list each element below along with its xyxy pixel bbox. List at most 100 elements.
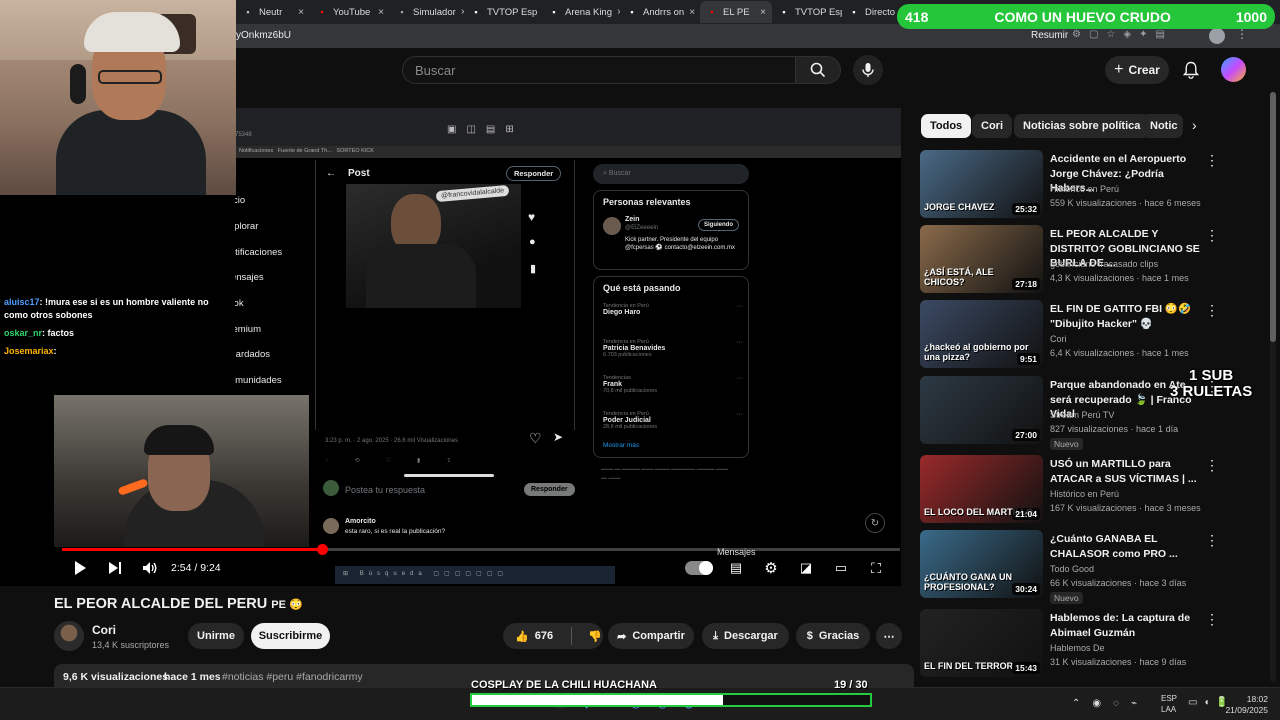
x-sidebar-item[interactable]: ◫Grok (235, 291, 323, 317)
extension-icons[interactable]: ⚙▢☆◈✦▤ (1072, 29, 1173, 40)
more-options-icon[interactable]: ⋮ (1205, 457, 1219, 474)
menu-icon[interactable]: ⋮ (1236, 27, 1248, 41)
video-thumbnail[interactable]: EL FIN DEL TERROR 15:43 (920, 609, 1043, 677)
more-options-icon[interactable]: ⋮ (1205, 152, 1219, 169)
recommended-channel[interactable]: Hablemos De (1050, 643, 1105, 653)
browser-tab[interactable]: ▪ Simulador × (390, 1, 464, 23)
like-icon-small[interactable]: ♥ (528, 210, 535, 224)
next-button[interactable] (105, 558, 125, 578)
settings-button[interactable]: ⚙ (761, 558, 781, 578)
x-search[interactable]: ⌕ Buscar (593, 164, 749, 184)
recommended-video[interactable]: EL FIN DEL TERROR 15:43 Hablemos de: La ca… (920, 609, 1220, 677)
more-dots-icon[interactable]: ··· (736, 303, 743, 310)
close-tab-icon[interactable]: × (760, 7, 766, 18)
browser-tab[interactable]: ▪ Directo (842, 1, 896, 23)
video-scrubber[interactable] (316, 544, 328, 555)
bookmark-icon-small[interactable]: ▮ (530, 262, 536, 275)
close-tab-icon[interactable]: × (689, 7, 695, 18)
hashtags[interactable]: #noticias #peru #fanodricarmy (222, 671, 363, 683)
create-button[interactable]: + Crear (1105, 56, 1169, 84)
recommended-channel[interactable]: Stream Perú TV (1050, 410, 1114, 420)
video-thumbnail[interactable]: ¿hackeó al gobierno por una pizza? 9:51 (920, 300, 1043, 368)
video-thumbnail[interactable]: JORGE CHAVEZ 25:32 (920, 150, 1043, 218)
search-input[interactable]: Buscar (402, 56, 796, 84)
language-indicator[interactable]: ESP (1161, 694, 1177, 703)
x-sidebar-item[interactable]: ⚇Comunidades (235, 368, 323, 394)
chip-all[interactable]: Todos (921, 114, 972, 138)
back-arrow-icon[interactable]: ← (326, 168, 336, 179)
join-button[interactable]: Unirme (188, 623, 244, 649)
browser-tab[interactable]: ▪TVTOP Esp× (772, 1, 842, 23)
chip-politics[interactable]: Noticias sobre política (1014, 114, 1150, 138)
recommended-channel[interactable]: Histórico en Perú (1050, 489, 1119, 499)
channel-avatar[interactable] (54, 621, 84, 651)
recommended-channel[interactable]: Cori (1050, 334, 1067, 344)
voice-search-button[interactable] (853, 55, 883, 85)
x-trend-item[interactable]: Tendencia en Perú Patricia Benavides 6.703… (603, 339, 743, 375)
browser-tab[interactable]: ▪ YouTube × (310, 1, 390, 23)
subscribe-button[interactable]: Suscribirme (251, 623, 330, 649)
share-button[interactable]: ➦ Compartir (608, 623, 694, 649)
recommended-video[interactable]: ¿hackeó al gobierno por una pizza? 9:51 EL… (920, 300, 1220, 368)
more-options-icon[interactable]: ⋮ (1205, 302, 1219, 319)
recommended-channel[interactable]: Todo Good (1050, 564, 1094, 574)
chat-username[interactable]: oskar_nr (4, 328, 42, 338)
recommended-title[interactable]: USÓ un MARTILLO para ATACAR a SUS VÍCTIM… (1050, 457, 1200, 486)
video-thumbnail[interactable]: ¿ASÍ ESTÁ, ALE CHICOS? 27:18 (920, 225, 1043, 293)
page-scrollbar[interactable] (1269, 92, 1277, 682)
x-trend-item[interactable]: Tendencias Frank 70,8 mil publicaciones ··· (603, 375, 743, 411)
x-post-reply-button[interactable]: Responder (506, 166, 562, 181)
chips-next-icon[interactable]: › (1192, 117, 1197, 133)
more-dots-icon[interactable]: ··· (736, 339, 743, 346)
miniplayer-button[interactable]: ◪ (796, 558, 816, 578)
clock-time[interactable]: 18:02 (1220, 694, 1268, 704)
channel-name[interactable]: Cori (92, 623, 116, 637)
more-dots-icon[interactable]: ··· (736, 411, 743, 418)
thanks-button[interactable]: $ Gracias (796, 623, 870, 649)
video-thumbnail[interactable]: 27:00 (920, 376, 1043, 444)
dislike-button[interactable]: 👎 (588, 630, 602, 643)
play-button[interactable] (70, 558, 90, 578)
x-follow-button[interactable]: Siguiendo (698, 219, 739, 231)
x-sidebar-item[interactable]: ⌕Explorar (235, 214, 323, 240)
heart-icon[interactable]: ♡ (529, 430, 542, 447)
recommended-channel[interactable]: goblinciano fracasado clips (1050, 259, 1158, 269)
video-player[interactable]: ▣◫▤⊞ 75348 Notificaciones Fuente de Gran… (235, 108, 901, 586)
more-actions-button[interactable]: ⋯ (876, 623, 902, 649)
download-button[interactable]: ⤓ Descargar (702, 623, 789, 649)
close-tab-icon[interactable]: × (378, 7, 384, 18)
x-sidebar-item[interactable]: ▮Guardados (235, 342, 323, 368)
recommended-video[interactable]: ¿CUÁNTO GANA UN PROFESIONAL? 30:24 ¿Cuánto… (920, 530, 1220, 604)
share-icon[interactable]: ➤ (553, 430, 563, 444)
resume-label[interactable]: Resumir (1031, 30, 1068, 41)
video-thumbnail[interactable]: ¿CUÁNTO GANA UN PROFESIONAL? 30:24 (920, 530, 1043, 598)
browser-tab[interactable]: ▪ EL PE × (700, 1, 772, 23)
theater-button[interactable]: ▭ (831, 558, 851, 578)
more-options-icon[interactable]: ⋮ (1205, 611, 1219, 628)
recommended-video[interactable]: JORGE CHAVEZ 25:32 Accidente en el Aeropue… (920, 150, 1220, 218)
more-dots-icon[interactable]: ··· (736, 375, 743, 382)
chip-news[interactable]: Notic (1141, 114, 1183, 138)
comment-icon-small[interactable]: ● (529, 236, 536, 248)
recommended-title[interactable]: EL FIN DE GATITO FBI 😳🤣 "Dibujito Hacker… (1050, 302, 1200, 331)
browser-tab[interactable]: ▪TVTOP Esp× (464, 1, 542, 23)
x-sidebar-item[interactable]: 🔔Notificaciones (235, 239, 323, 265)
account-avatar[interactable] (1221, 57, 1246, 82)
profile-icon[interactable] (1209, 28, 1225, 44)
chip-cori[interactable]: Cori (972, 114, 1012, 138)
close-tab-icon[interactable]: × (298, 7, 304, 18)
x-sidebar-item[interactable]: ⌂Inicio (235, 188, 323, 214)
browser-tab[interactable]: ▪ Neutr × (236, 1, 310, 23)
subtitles-button[interactable]: ▤ (726, 558, 746, 578)
recommended-video[interactable]: EL LOCO DEL MARTILLO 21:04 USÓ un MARTILLO… (920, 455, 1220, 523)
recommended-title[interactable]: ¿Cuánto GANABA EL CHALASOR como PRO ... (1050, 532, 1200, 561)
x-reply-input[interactable]: Postea tu respuesta (345, 485, 425, 495)
x-trend-item[interactable]: Tendencia en Perú Diego Haro ··· (603, 303, 743, 339)
x-sidebar-item[interactable]: ✕Premium (235, 316, 323, 342)
search-button[interactable] (795, 56, 841, 84)
x-reply-submit[interactable]: Responder (524, 483, 575, 496)
more-options-icon[interactable]: ⋮ (1205, 227, 1219, 244)
notifications-button[interactable] (1180, 58, 1202, 82)
recommended-title[interactable]: Hablemos de: La captura de Abimael Guzmá… (1050, 611, 1200, 640)
x-show-more[interactable]: Mostrar más (603, 442, 639, 449)
